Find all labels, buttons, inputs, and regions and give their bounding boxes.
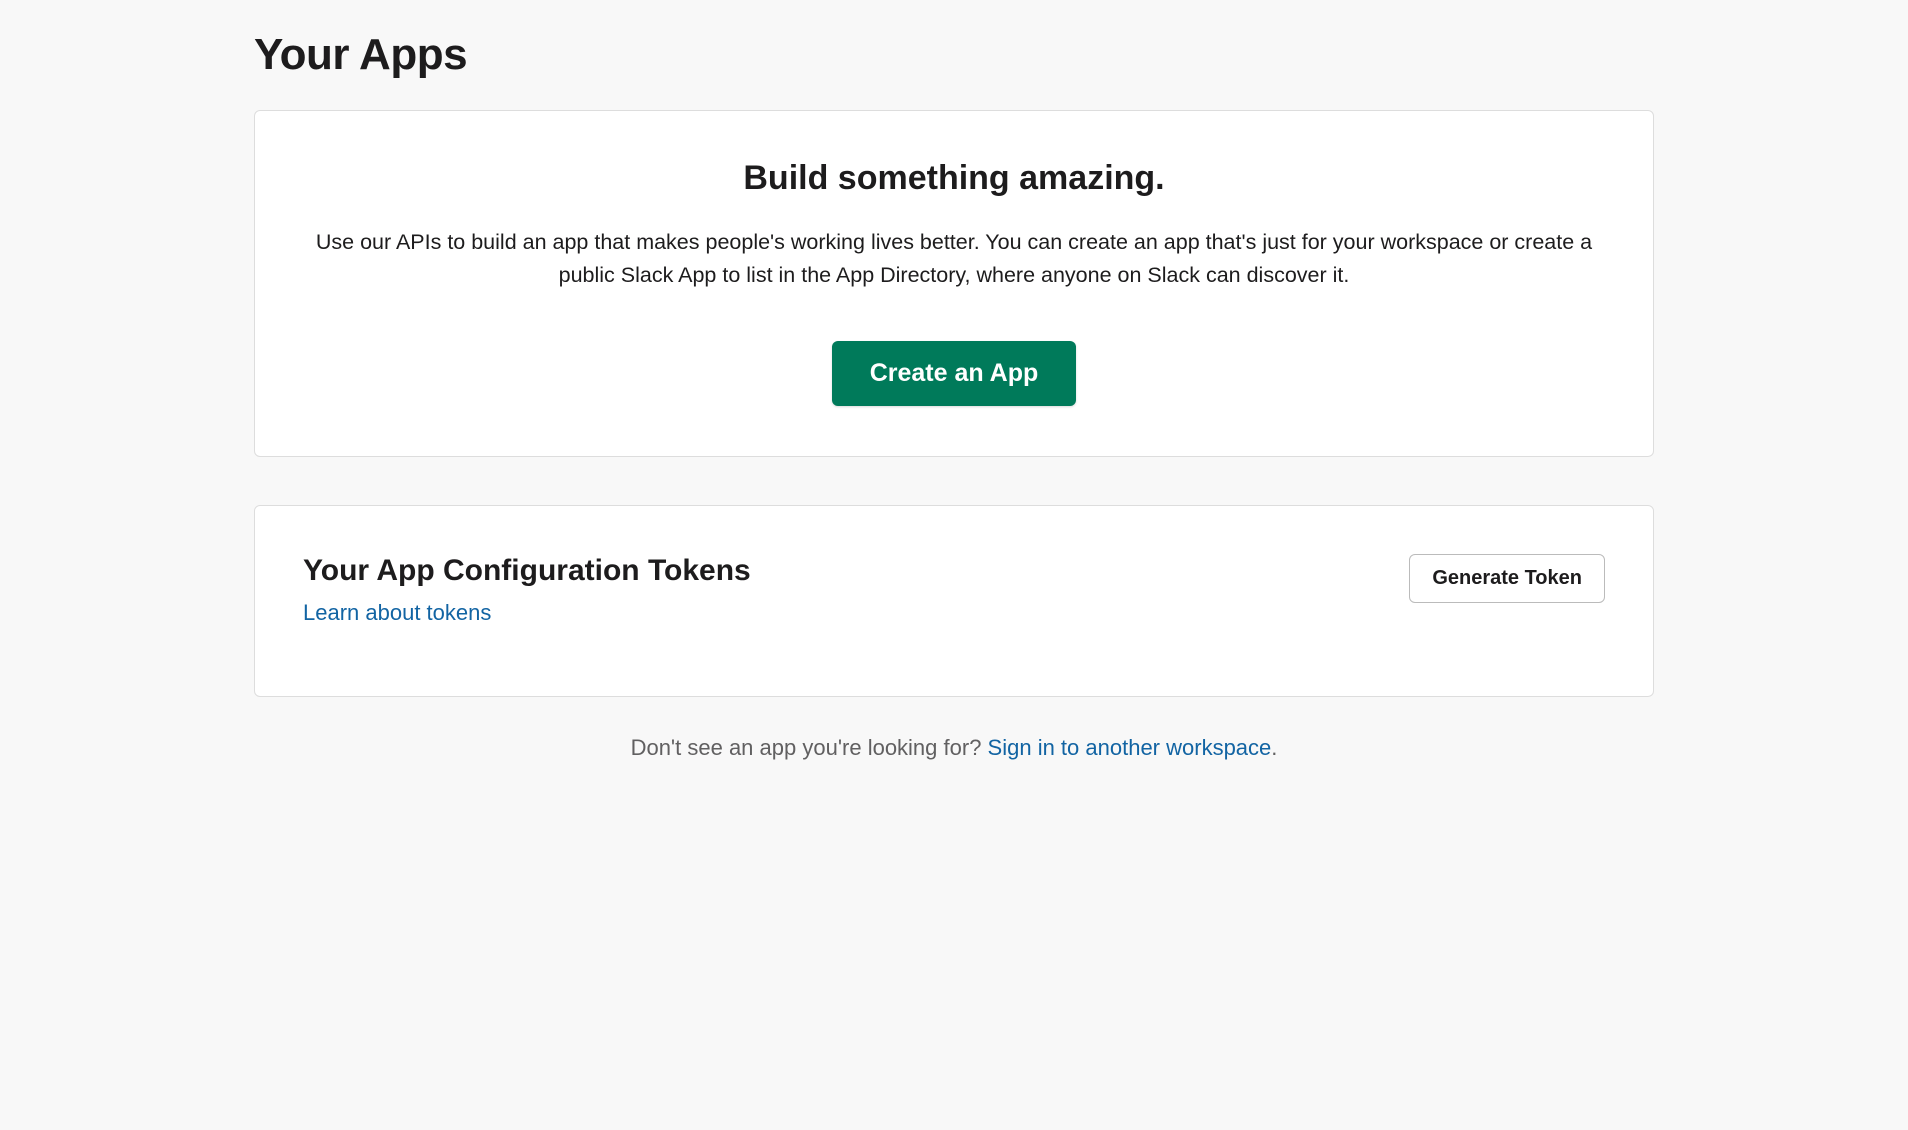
hero-card: Build something amazing. Use our APIs to… (254, 110, 1654, 457)
tokens-info: Your App Configuration Tokens Learn abou… (303, 554, 1409, 626)
tokens-title: Your App Configuration Tokens (303, 554, 1409, 588)
hero-description: Use our APIs to build an app that makes … (314, 226, 1594, 293)
page-title: Your Apps (254, 30, 1654, 80)
create-app-button[interactable]: Create an App (832, 341, 1077, 406)
hero-title: Build something amazing. (303, 159, 1605, 198)
learn-about-tokens-link[interactable]: Learn about tokens (303, 600, 491, 625)
footer-suffix: . (1271, 735, 1277, 760)
footer-prompt: Don't see an app you're looking for? Sig… (254, 735, 1654, 761)
tokens-card: Your App Configuration Tokens Learn abou… (254, 505, 1654, 697)
generate-token-button[interactable]: Generate Token (1409, 554, 1605, 603)
footer-prompt-text: Don't see an app you're looking for? (631, 735, 988, 760)
sign-in-workspace-link[interactable]: Sign in to another workspace (988, 735, 1272, 760)
